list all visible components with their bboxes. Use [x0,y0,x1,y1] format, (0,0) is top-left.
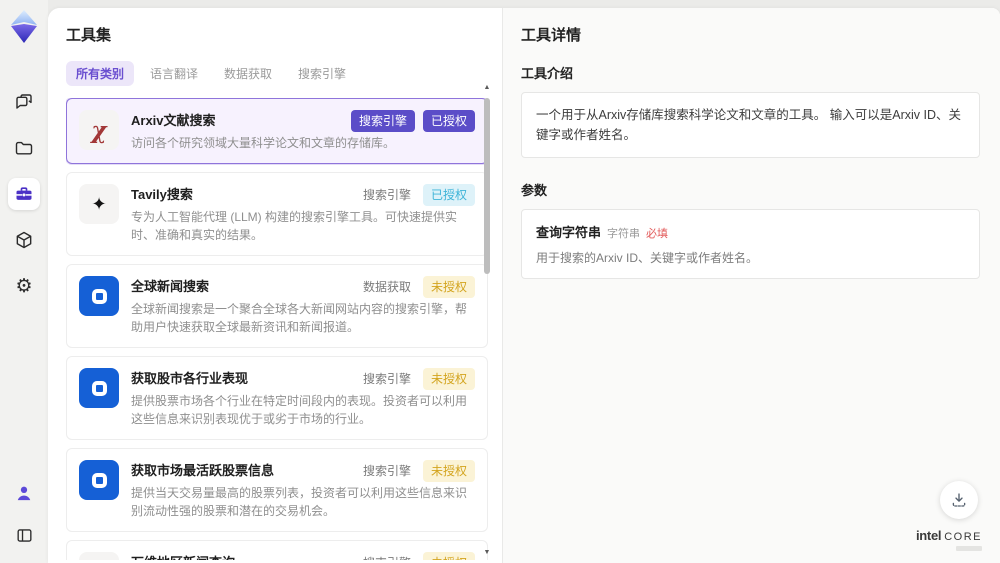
rail-bottom [8,477,40,563]
tools-panel: 工具集 所有类别语言翻译数据获取搜索引擎 χ ✦ ▤ [48,8,502,563]
param-name: 查询字符串 [536,225,602,240]
download-button[interactable] [940,481,978,519]
tool-name: 全球新闻搜索 [131,279,210,294]
brand-core-text: CORE [944,531,982,543]
category-badge: 搜索引擎 [359,552,415,560]
param-description: 用于搜索的Arxiv ID、关键字或作者姓名。 [536,251,759,265]
avatar-icon[interactable] [8,477,40,509]
tool-card-regional-news[interactable]: χ ✦ ▤ 万维地区新闻查询 搜索引擎 [66,540,488,560]
tool-description: 提供股票市场各个行业在特定时间段内的表现。投资者可以利用这些信息来识别表现优于或… [131,394,468,426]
auth-status-badge: 未授权 [422,552,475,560]
app-root: ⚙ 工具集 所有类别 语言翻译 数据获取搜索引擎 χ Arxiv文献搜索 搜索引… [0,0,1000,563]
app-logo-icon [8,8,40,46]
gear-icon[interactable]: ⚙ [8,270,40,302]
category-badge: 搜索引擎 [350,110,415,132]
tool-name: 获取市场最活跃股票信息 [131,463,275,478]
brand-intel-text: intel [915,528,942,543]
tool-name: 万维地区新闻查询 [131,552,235,560]
tools-panel-title: 工具集 [66,27,112,44]
auth-status-badge: 未授权 [422,368,475,390]
intel-core-logo: intel CORE [916,528,982,551]
blue-app-icon: χ ✦ ▤ [79,276,119,316]
tool-card-global-news[interactable]: χ ✦ ▤ 全球新闻搜索 数据获取 [66,264,488,348]
toolbox-icon[interactable] [8,178,40,210]
left-rail: ⚙ [0,0,48,563]
main-shell: 工具集 所有类别语言翻译数据获取搜索引擎 χ ✦ ▤ [48,8,1000,563]
intro-text-box: 一个用于从Arxiv存储库搜索科学论文和文章的工具。 输入可以是Arxiv ID… [521,92,980,158]
category-tabs: 所有类别 语言翻译 数据获取 搜索引擎 [66,61,502,86]
tool-name: 获取股市各行业表现 [131,371,249,386]
cube-icon[interactable] [8,224,40,256]
tavily-star-icon: χ ✦ ▤ [79,184,119,224]
tool-description: 访问各个研究领域大量科学论文和文章的存储库。 [131,136,396,150]
tool-name: Tavily搜索 [131,187,193,202]
param-card: 查询字符串 字符串 必填 用于搜索的Arxiv ID、关键字或作者姓名。 [521,209,980,279]
tab-search-engine[interactable]: 搜索引擎 [288,61,356,86]
auth-status-badge: 未授权 [422,276,475,298]
category-badge: 数据获取 [362,280,411,294]
tool-description: 全球新闻搜索是一个聚合全球各大新闻网站内容的搜索引擎，帮助用户快速获取全球最新资… [131,302,468,334]
download-icon [952,493,966,507]
category-badge: 搜索引擎 [362,464,411,478]
tab-language-translation[interactable]: 语言翻译 [140,61,208,86]
tool-card-arxiv[interactable]: χ ✦ ▤ Arxiv文献搜索 搜索引擎 [66,98,488,164]
param-required-flag: 必填 [646,228,669,240]
scrollbar-thumb[interactable] [484,98,490,274]
scroll-up-arrow-icon[interactable]: ▲ [482,84,492,92]
brand-sub-bar [956,546,982,551]
tool-description: 专为人工智能代理 (LLM) 构建的搜索引擎工具。可快速提供实时、准确和真实的结… [131,210,458,242]
category-badge: 搜索引擎 [362,372,411,386]
params-heading: 参数 [521,183,548,198]
details-title: 工具详情 [521,27,582,44]
auth-status-badge: 已授权 [422,110,475,132]
arxiv-logo-icon: χ ✦ ▤ [79,110,119,150]
scrollbar[interactable]: ▲ ▼ [482,84,492,557]
category-badge: 搜索引擎 [362,188,411,202]
tool-description: 提供当天交易量最高的股票列表，投资者可以利用这些信息来识别流动性强的股票和潜在的… [131,486,468,518]
rail-nav: ⚙ [8,86,40,302]
tool-card-list: χ ✦ ▤ Arxiv文献搜索 搜索引擎 [66,98,488,560]
tab-all-categories[interactable]: 所有类别 [66,61,135,86]
panel-toggle-icon[interactable] [8,519,40,551]
chat-icon[interactable] [8,86,40,118]
intro-heading: 工具介绍 [521,66,574,81]
auth-status-badge: 已授权 [422,184,475,206]
auth-status-badge: 未授权 [422,460,475,482]
news-press-icon: χ ✦ ▤ [79,552,119,560]
folder-icon[interactable] [8,132,40,164]
tool-card-most-active-stocks[interactable]: χ ✦ ▤ 获取市场最活跃股票信息 搜索引擎 [66,448,488,532]
scroll-down-arrow-icon[interactable]: ▼ [482,549,492,557]
tab-data-fetch[interactable]: 数据获取 [214,61,282,86]
tool-card-sector-performance[interactable]: χ ✦ ▤ 获取股市各行业表现 搜索引擎 [66,356,488,440]
param-type: 字符串 [607,228,641,240]
tool-name: Arxiv文献搜索 [131,113,216,128]
blue-app-icon: χ ✦ ▤ [79,368,119,408]
tool-details-panel: 工具详情 工具介绍 一个用于从Arxiv存储库搜索科学论文和文章的工具。 输入可… [502,8,1000,563]
blue-app-icon: χ ✦ ▤ [79,460,119,500]
tool-card-tavily[interactable]: χ ✦ ▤ Tavily搜索 搜索引擎 [66,172,488,256]
